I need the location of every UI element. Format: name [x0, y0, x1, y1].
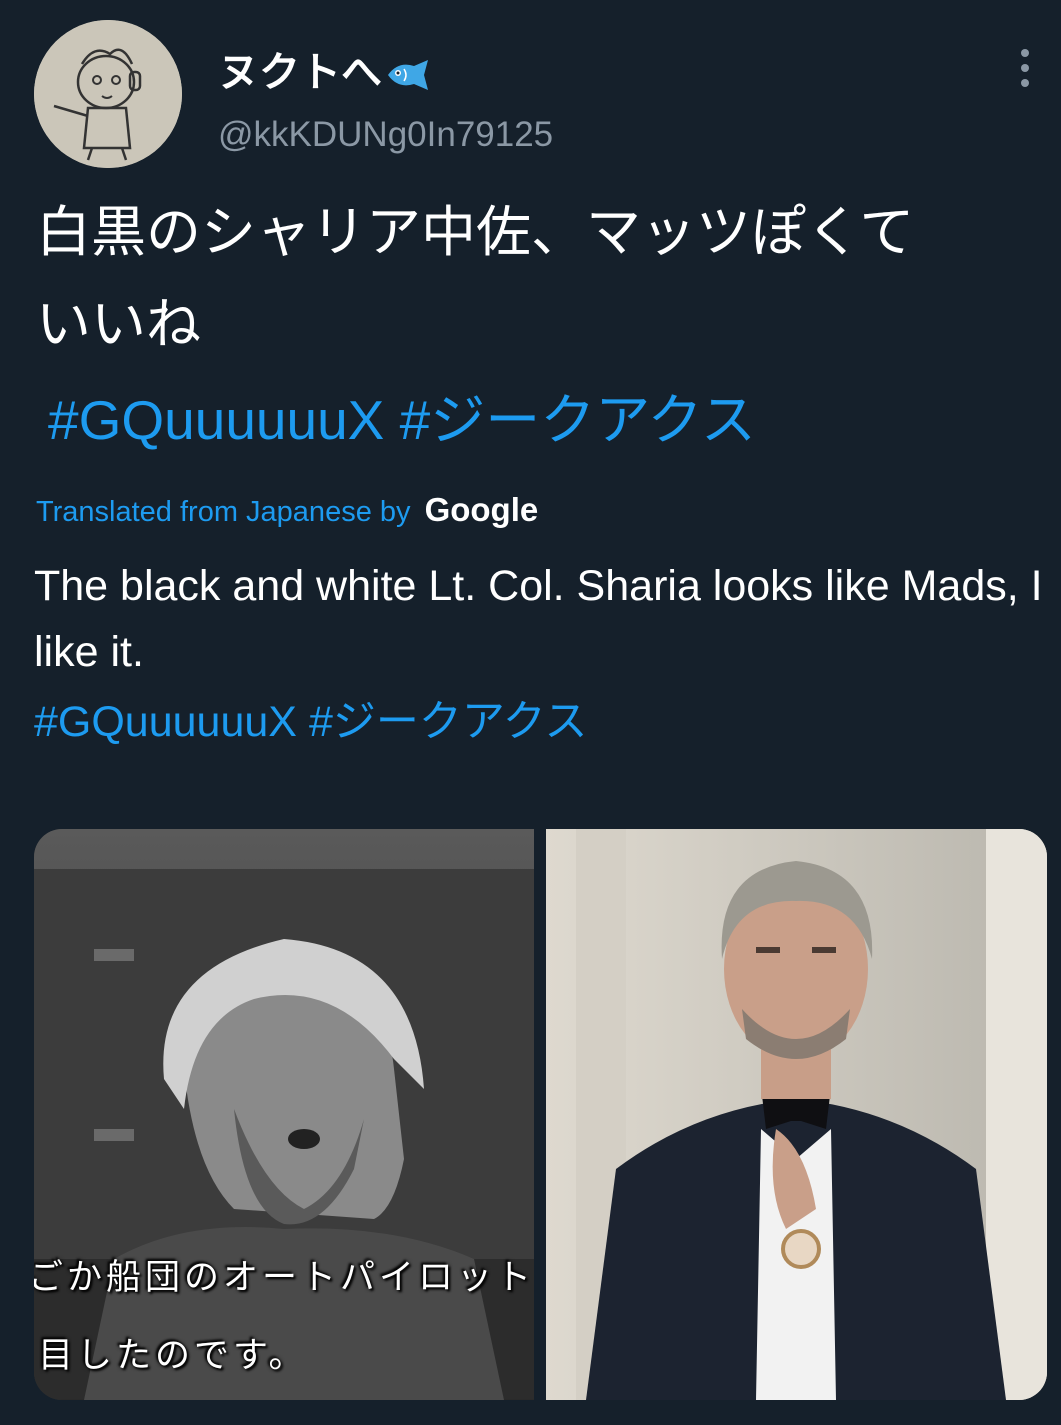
more-dot	[1021, 79, 1029, 87]
avatar-sketch-icon	[34, 20, 182, 168]
subtitle-line: ごか船団のオートパイロット	[34, 1258, 534, 1298]
translation-attribution: Translated from Japanese by Google	[36, 490, 538, 532]
translation-hashtags: #GQuuuuuuX #ジークアクス	[34, 690, 587, 754]
portrait-photo-image	[546, 829, 1047, 1400]
hashtag-link[interactable]: #GQuuuuuuX	[34, 698, 297, 746]
translated-from-link[interactable]: Translated from Japanese by	[36, 496, 411, 528]
google-logo: Google	[424, 491, 539, 528]
subtitle-line: 目したのです。	[38, 1336, 308, 1376]
hashtag-link[interactable]: #ジークアクス	[400, 389, 756, 451]
tweet-text: 白黒のシャリア中佐、マッツぽくて いいね	[36, 201, 915, 355]
anime-screenshot-image	[34, 829, 534, 1400]
tweet-hashtags: #GQuuuuuuX #ジークアクス	[48, 380, 756, 460]
display-name[interactable]: ヌクトへ	[218, 46, 432, 98]
media-image-anime[interactable]: ごか船団のオートパイロット 目したのです。	[34, 829, 534, 1400]
avatar[interactable]	[34, 20, 182, 168]
translation-text: The black and white Lt. Col. Sharia look…	[34, 562, 1043, 676]
hashtag-link[interactable]: #GQuuuuuuX	[48, 389, 384, 451]
media-image-photo[interactable]	[546, 829, 1047, 1400]
more-dot	[1021, 64, 1029, 72]
more-vertical-icon[interactable]	[1005, 46, 1045, 90]
fish-icon	[388, 60, 428, 91]
more-dot	[1021, 49, 1029, 57]
user-handle[interactable]: @kkKDUNg0In79125	[218, 112, 553, 158]
hashtag-link[interactable]: #ジークアクス	[309, 698, 587, 746]
display-name-text: ヌクトへ	[218, 49, 382, 95]
